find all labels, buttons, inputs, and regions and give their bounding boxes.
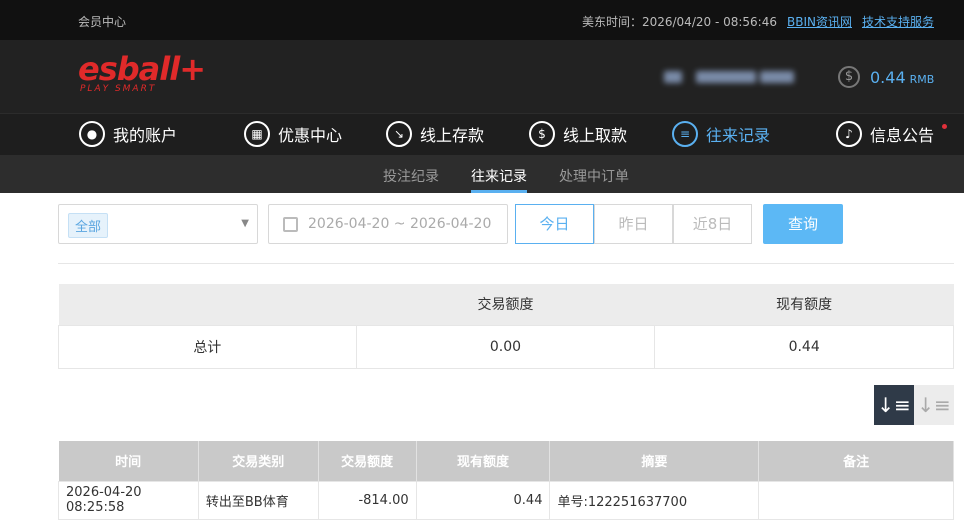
sort-ascending-icon[interactable]: ↓≡ (914, 385, 954, 425)
subnav-pending-orders[interactable]: 处理中订单 (559, 166, 629, 186)
nav-label: 优惠中心 (278, 126, 343, 145)
records-icon: ≡ (672, 121, 698, 147)
divider (58, 263, 954, 264)
summary-header (58, 284, 357, 325)
sort-descending-icon[interactable]: ↓≡ (874, 385, 914, 425)
selected-tag[interactable]: 全部 (68, 213, 109, 238)
nav-label: 线上取款 (563, 126, 628, 145)
nav-announcements[interactable]: ♪ 信息公告 (836, 121, 948, 147)
table-row: 2026-04-20 08:25:58 转出至BB体育 -814.00 0.44… (58, 480, 954, 520)
user-icon: ● (79, 121, 105, 147)
yesterday-button[interactable]: 昨日 (594, 204, 673, 244)
chevron-down-icon: ▼ (241, 218, 249, 229)
nav-promotions[interactable]: ▦ 优惠中心 (244, 121, 342, 147)
cell-summary: 单号:122251637700 (549, 480, 760, 520)
search-button[interactable]: 查询 (763, 204, 843, 244)
column-header: 交易额度 (318, 441, 417, 481)
summary-header: 现有额度 (654, 284, 954, 325)
nav-my-account[interactable]: ● 我的账户 (79, 121, 177, 147)
notification-dot (942, 124, 948, 129)
logo-text: esball+ (78, 50, 206, 88)
tech-support-link[interactable]: 技术支持服务 (862, 13, 934, 30)
date-range-input[interactable]: 2026-04-20 ~ 2026-04-20 (268, 204, 508, 244)
top-bar: 会员中心 美东时间：2026/04/20 - 08:56:46 BBIN资讯网 … (0, 0, 964, 40)
cell-remark (758, 480, 954, 520)
calendar-icon (283, 217, 298, 232)
today-button[interactable]: 今日 (515, 204, 594, 244)
cell-balance: 0.44 (415, 480, 551, 520)
nav-withdraw[interactable]: $ 线上取款 (529, 121, 627, 147)
date-range-text: 2026-04-20 ~ 2026-04-20 (308, 216, 492, 232)
nav-label: 往来记录 (706, 126, 771, 145)
sort-toggle: ↓≡ ↓≡ (874, 385, 954, 425)
cell-amount: -814.00 (317, 480, 417, 520)
us-east-time: 美东时间：2026/04/20 - 08:56:46 (581, 15, 777, 29)
bbin-news-link[interactable]: BBIN资讯网 (787, 13, 852, 30)
esball-logo[interactable]: esball+ PLAY SMART (78, 50, 206, 94)
summary-header: 交易额度 (356, 284, 655, 325)
category-select[interactable]: 全部 ▼ (58, 204, 258, 244)
filter-bar: 全部 ▼ 2026-04-20 ~ 2026-04-20 今日 昨日 近8日 查… (58, 204, 954, 244)
column-header: 时间 (58, 441, 199, 481)
column-header: 备注 (758, 441, 954, 481)
nav-deposit[interactable]: ↘ 线上存款 (386, 121, 484, 147)
username-blurred (660, 66, 795, 88)
column-header: 摘要 (549, 441, 760, 481)
balance-display: $ 0.44 RMB (838, 66, 934, 88)
nav-label: 线上存款 (420, 126, 485, 145)
last-8-days-button[interactable]: 近8日 (673, 204, 752, 244)
sub-nav: 投注纪录 往来记录 处理中订单 (0, 155, 964, 193)
coin-icon: $ (838, 66, 860, 88)
nav-label: 我的账户 (113, 126, 178, 145)
column-header: 现有额度 (416, 441, 551, 481)
subnav-transaction-records[interactable]: 往来记录 (471, 166, 527, 193)
bell-icon: ♪ (836, 121, 862, 147)
cell-type: 转出至BB体育 (197, 480, 319, 520)
summary-total-label: 总计 (58, 324, 357, 369)
records-table: 时间 交易类别 交易额度 现有额度 摘要 备注 2026-04-20 08:25… (58, 441, 954, 520)
nav-label: 信息公告 (870, 122, 948, 146)
nav-records[interactable]: ≡ 往来记录 (672, 121, 770, 147)
summary-table: 交易额度 现有额度 总计 0.00 0.44 (58, 284, 954, 369)
cell-time: 2026-04-20 08:25:58 (58, 480, 199, 520)
main-nav: ● 我的账户 ▦ 优惠中心 ↘ 线上存款 $ 线上取款 ≡ 往来记录 ♪ 信息公… (0, 113, 964, 155)
summary-transaction-amount: 0.00 (355, 324, 656, 369)
column-header: 交易类别 (198, 441, 319, 481)
subnav-bet-records[interactable]: 投注纪录 (383, 166, 439, 186)
summary-current-balance: 0.44 (654, 324, 954, 369)
gift-icon: ▦ (244, 121, 270, 147)
withdraw-icon: $ (529, 121, 555, 147)
deposit-icon: ↘ (386, 121, 412, 147)
currency-label: RMB (909, 72, 935, 86)
balance-amount: 0.44 (870, 67, 906, 87)
member-center-label: 会员中心 (78, 15, 127, 29)
